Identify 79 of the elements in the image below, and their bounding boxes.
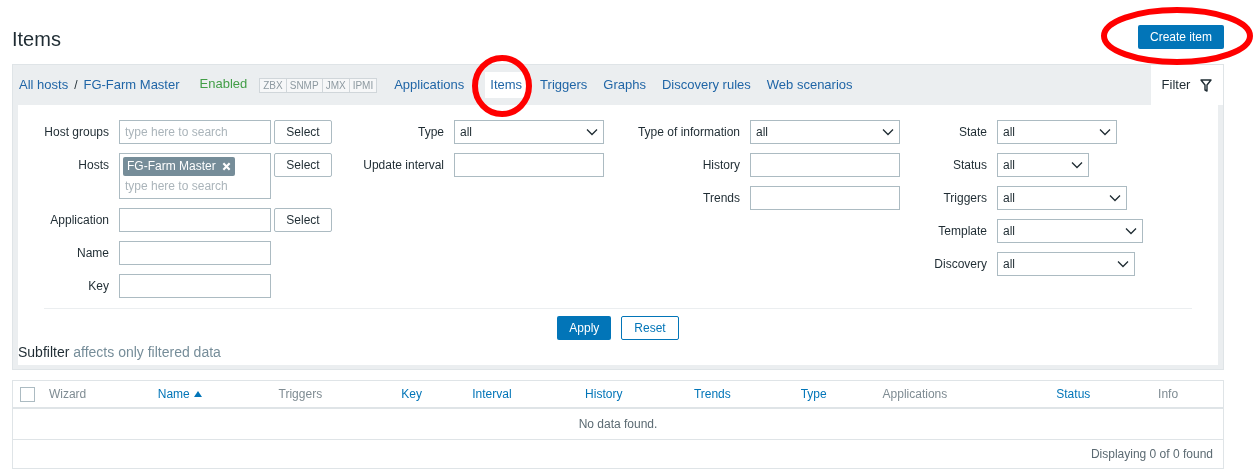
availability-tag: IPMI [348, 78, 377, 92]
host-chip[interactable]: FG-Farm Master [123, 156, 235, 176]
page-title: Items [12, 27, 61, 52]
chevron-down-icon [1125, 227, 1137, 235]
field-label: Type of information [637, 124, 741, 141]
empty-message: No data found. [578, 416, 658, 433]
field-label: Application [50, 212, 110, 229]
text-field[interactable] [750, 186, 900, 210]
select-button[interactable]: Select [274, 153, 332, 177]
field-label: Type [418, 124, 445, 141]
dropdown-field[interactable]: all [454, 120, 604, 144]
field-label: History [702, 157, 741, 174]
field-label: Name [77, 245, 110, 262]
dropdown-field[interactable]: all [997, 252, 1135, 276]
apply-button[interactable]: Apply [557, 316, 612, 340]
subfilter-note: affects only filtered data [73, 344, 221, 360]
filter-tab[interactable]: Filter [1151, 65, 1223, 105]
annotation-circle [471, 54, 533, 118]
availability-tag: JMX [321, 78, 349, 92]
dropdown-field[interactable]: all [997, 153, 1089, 177]
create-item-button[interactable]: Create item [1137, 25, 1224, 49]
column-header: Applications [882, 386, 948, 403]
column-header[interactable]: Type [800, 385, 827, 403]
breadcrumb-separator: / [73, 77, 79, 94]
column-header: Info [1158, 386, 1179, 403]
select-all-checkbox[interactable] [20, 386, 36, 402]
field-label: State [958, 124, 988, 141]
chevron-down-icon [586, 128, 598, 136]
host-status[interactable]: Enabled [199, 74, 248, 94]
field-label: Template [938, 223, 988, 240]
remove-icon[interactable] [221, 161, 231, 171]
breadcrumb-link[interactable]: All hosts [19, 75, 69, 95]
table-footer: Displaying 0 of 0 found [1090, 445, 1213, 463]
chevron-down-icon [1109, 194, 1121, 202]
text-field[interactable] [119, 274, 271, 298]
availability-tag: ZBX [260, 78, 286, 92]
chevron-down-icon [882, 128, 894, 136]
column-header[interactable]: Key [401, 385, 423, 403]
field-label: Update interval [363, 157, 445, 174]
column-header[interactable]: Status [1056, 385, 1091, 403]
text-field[interactable] [119, 208, 271, 232]
nav-tab[interactable]: Graphs [600, 75, 649, 95]
search-field[interactable]: type here to search [123, 175, 267, 196]
nav-tab[interactable]: Triggers [537, 75, 591, 95]
column-header[interactable]: Name [157, 385, 190, 403]
select-button[interactable]: Select [274, 120, 332, 144]
reset-button[interactable]: Reset [621, 316, 679, 340]
column-header[interactable]: Interval [472, 385, 512, 403]
text-field[interactable] [119, 241, 271, 265]
chevron-down-icon [1117, 260, 1129, 268]
column-header: Triggers [278, 386, 323, 403]
subfilter-title: Subfilter [18, 344, 70, 360]
dropdown-field[interactable]: all [997, 120, 1117, 144]
chevron-down-icon [1071, 161, 1083, 169]
select-button[interactable]: Select [274, 208, 332, 232]
field-label: Trends [703, 190, 741, 207]
text-field[interactable] [750, 153, 900, 177]
field-label: Triggers [943, 190, 988, 207]
column-header: Wizard [48, 386, 87, 403]
nav-tab[interactable]: Items [485, 72, 528, 98]
field-label: Discovery [934, 256, 988, 273]
dropdown-field[interactable]: all [997, 219, 1143, 243]
text-field[interactable] [454, 153, 604, 177]
column-header[interactable]: History [585, 385, 623, 403]
column-header[interactable]: Trends [693, 385, 731, 403]
breadcrumb-link[interactable]: FG-Farm Master [83, 75, 180, 95]
availability-tag: SNMP [285, 78, 322, 92]
field-label: Hosts [78, 157, 110, 174]
nav-tab[interactable]: Discovery rules [658, 75, 754, 95]
nav-tab[interactable]: Web scenarios [763, 75, 856, 95]
nav-tab[interactable]: Applications [391, 75, 468, 95]
field-label: Status [952, 157, 988, 174]
chevron-down-icon [1099, 128, 1111, 136]
multiselect-field[interactable]: FG-Farm Master type here to search [119, 153, 271, 199]
dropdown-field[interactable]: all [997, 186, 1127, 210]
field-label: Host groups [44, 124, 110, 141]
filter-icon [1200, 78, 1213, 92]
dropdown-field[interactable]: all [750, 120, 900, 144]
field-label: Key [88, 278, 110, 295]
